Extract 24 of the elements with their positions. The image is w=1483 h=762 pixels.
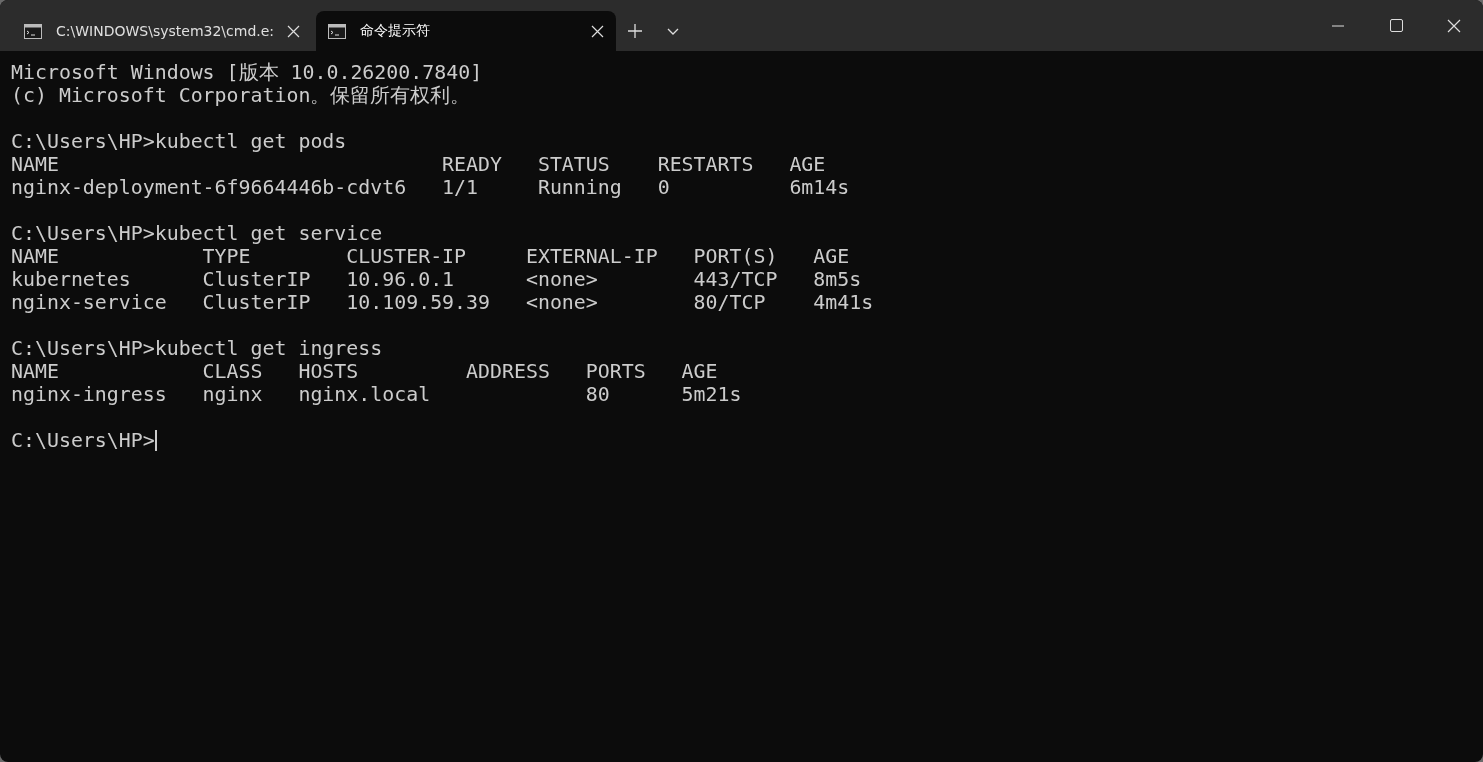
minimize-icon [1332,24,1344,27]
tab[interactable]: C:\WINDOWS\system32\cmd.e: [12,11,312,51]
terminal-line: C:\Users\HP>kubectl get service [11,222,383,245]
terminal-line: (c) Microsoft Corporation。保留所有权利。 [11,84,471,107]
close-icon [1447,18,1461,33]
terminal-line: NAME READY STATUS RESTARTS AGE [11,153,826,176]
chevron-down-icon [667,27,679,35]
terminal-line: NAME TYPE CLUSTER-IP EXTERNAL-IP PORT(S) AGE [11,245,850,268]
terminal-line: Microsoft Windows [版本 10.0.26200.7840] [11,61,483,84]
close-icon[interactable] [591,24,604,38]
terminal-line: nginx-ingress nginx nginx.local 80 5m21s [11,383,742,406]
terminal-icon [328,23,346,39]
tab[interactable]: 命令提示符 [316,11,616,51]
terminal-line: nginx-deployment-6f9664446b-cdvt6 1/1 Running 0 6m14s [11,176,850,199]
terminal-icon [24,23,42,39]
close-icon[interactable] [287,24,300,38]
plus-icon [628,24,642,38]
terminal-line: C:\Users\HP>kubectl get pods [11,130,347,153]
terminal-line: C:\Users\HP> [11,429,155,452]
terminal-line: nginx-service ClusterIP 10.109.59.39 <none> 80/TCP 4m41s [11,291,874,314]
terminal-line: NAME CLASS HOSTS ADDRESS PORTS AGE [11,360,718,383]
maximize-icon [1389,19,1403,32]
terminal-line: kubernetes ClusterIP 10.96.0.1 <none> 443/TCP 8m5s [11,268,862,291]
terminal-line: C:\Users\HP>kubectl get ingress [11,337,383,360]
